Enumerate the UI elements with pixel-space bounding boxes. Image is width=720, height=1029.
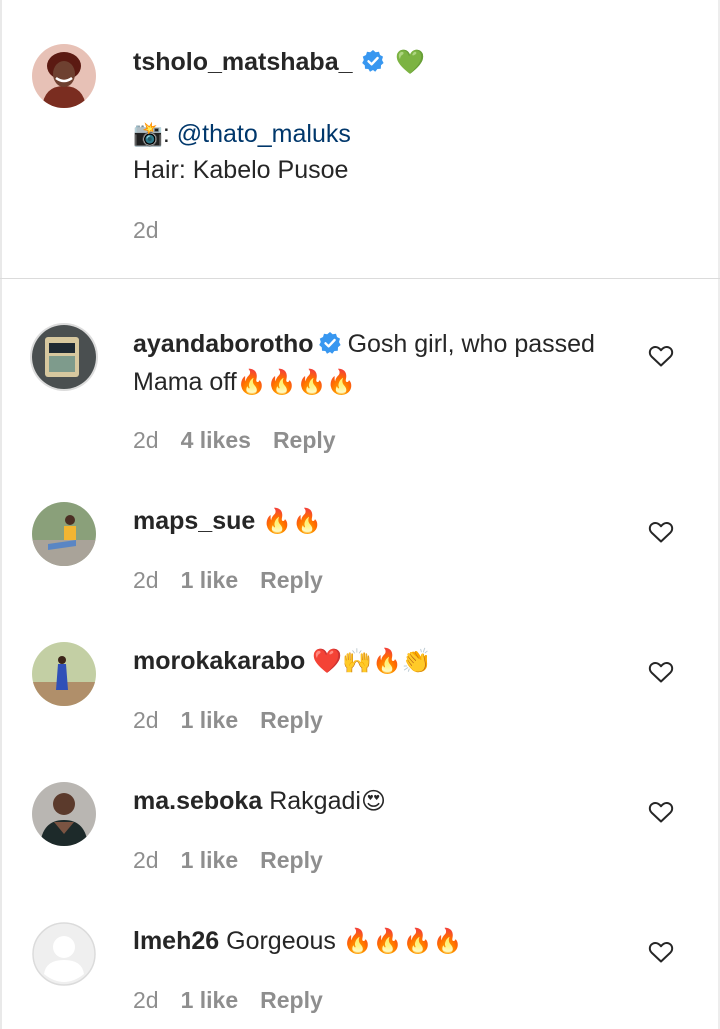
like-count[interactable]: 4 likes bbox=[181, 427, 251, 453]
post-author-avatar[interactable] bbox=[32, 44, 96, 108]
fire-emojis: 🔥🔥🔥🔥 bbox=[342, 927, 463, 955]
camera-flash-icon: 📸 bbox=[133, 120, 163, 148]
commenter-username[interactable]: ayandaborotho bbox=[133, 330, 314, 358]
default-avatar-icon[interactable] bbox=[32, 922, 96, 986]
heart-outline-icon[interactable] bbox=[648, 800, 674, 824]
verified-badge-icon bbox=[318, 332, 341, 354]
post-author-username[interactable]: tsholo_matshaba_ bbox=[133, 48, 353, 76]
reply-button[interactable]: Reply bbox=[260, 847, 323, 873]
comment-meta: 2d 1 like Reply bbox=[133, 567, 323, 593]
reply-button[interactable]: Reply bbox=[273, 427, 336, 453]
comment-text: ayandaborotho Gosh girl, who passed Mama… bbox=[133, 330, 595, 396]
like-count[interactable]: 1 like bbox=[181, 847, 239, 873]
caption-line-hair: Hair: Kabelo Pusoe bbox=[133, 156, 349, 184]
heart-outline-icon[interactable] bbox=[648, 660, 674, 684]
commenter-username[interactable]: morokakarabo bbox=[133, 647, 305, 675]
commenter-avatar[interactable] bbox=[32, 642, 96, 706]
commenter-avatar[interactable] bbox=[32, 502, 96, 566]
commenter-username[interactable]: lmeh26 bbox=[133, 927, 219, 955]
heart-eyes-emoji: 😍 bbox=[360, 787, 386, 815]
fire-emojis: 🔥🔥🔥🔥 bbox=[236, 368, 357, 396]
like-count[interactable]: 1 like bbox=[181, 707, 239, 733]
comment-text: maps_sue 🔥🔥 bbox=[133, 502, 623, 540]
comment-meta: 2d 1 like Reply bbox=[133, 847, 323, 873]
heart-outline-icon[interactable] bbox=[648, 344, 674, 368]
heart-clap-fire-emojis: ❤️🙌🔥👏 bbox=[312, 647, 432, 675]
reply-button[interactable]: Reply bbox=[260, 567, 323, 593]
heart-outline-icon[interactable] bbox=[648, 520, 674, 544]
heart-outline-icon[interactable] bbox=[648, 940, 674, 964]
caption-divider bbox=[0, 278, 720, 279]
comment-meta: 2d 1 like Reply bbox=[133, 987, 323, 1013]
commenter-username[interactable]: ma.seboka bbox=[133, 787, 262, 815]
fire-emojis: 🔥🔥 bbox=[262, 507, 323, 535]
comment-meta: 2d 4 likes Reply bbox=[133, 427, 336, 453]
verified-badge-icon bbox=[362, 50, 384, 72]
like-count[interactable]: 1 like bbox=[181, 987, 239, 1013]
post-age: 2d bbox=[133, 217, 159, 243]
frame-edge bbox=[0, 0, 2, 1029]
commenter-avatar[interactable] bbox=[32, 325, 96, 389]
mention-link[interactable]: @thato_maluks bbox=[177, 120, 351, 148]
like-count[interactable]: 1 like bbox=[181, 567, 239, 593]
commenter-avatar[interactable] bbox=[32, 782, 96, 846]
caption-line-photo-credit: 📸: @thato_maluks bbox=[133, 120, 351, 148]
comment-text: ma.seboka Rakgadi😍 bbox=[133, 787, 386, 815]
comment-text: morokakarabo ❤️🙌🔥👏 bbox=[133, 642, 623, 680]
reply-button[interactable]: Reply bbox=[260, 707, 323, 733]
commenter-username[interactable]: maps_sue bbox=[133, 507, 255, 535]
comment-text: lmeh26 Gorgeous 🔥🔥🔥🔥 bbox=[133, 927, 463, 955]
comment-meta: 2d 1 like Reply bbox=[133, 707, 323, 733]
reply-button[interactable]: Reply bbox=[260, 987, 323, 1013]
green-heart-emoji: 💚 bbox=[395, 48, 426, 76]
